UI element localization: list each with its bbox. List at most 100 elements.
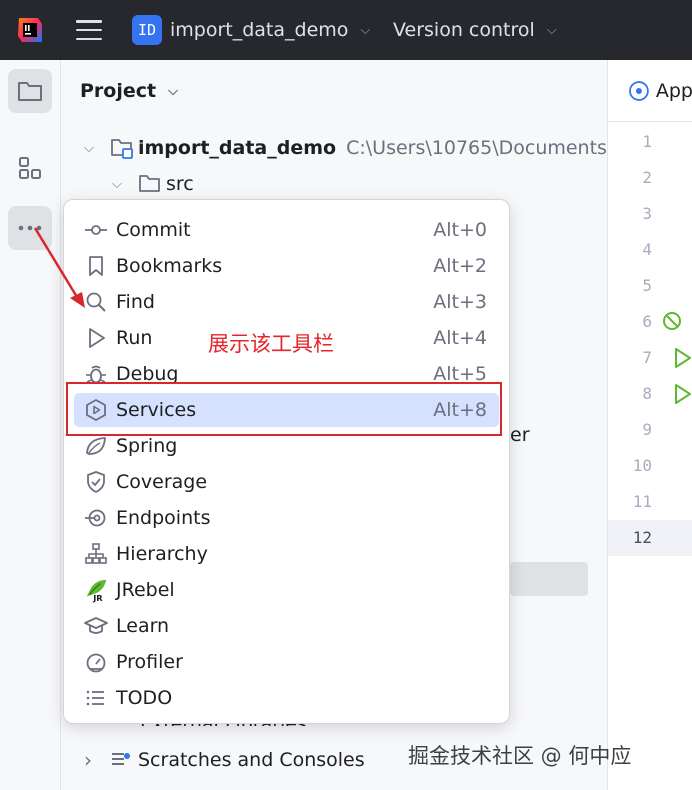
chevron-down-icon: ⌵ bbox=[168, 83, 178, 99]
scratches-label: Scratches and Consoles bbox=[138, 749, 365, 771]
menu-item-bookmarks[interactable]: Bookmarks Alt+2 bbox=[74, 249, 499, 283]
line-number: 11 bbox=[632, 492, 652, 511]
hamburger-line bbox=[76, 28, 102, 32]
line-number: 2 bbox=[642, 168, 652, 187]
menu-item-jrebel[interactable]: JR JRebel bbox=[74, 573, 499, 607]
hierarchy-icon bbox=[84, 542, 108, 566]
root-name: import_data_demo bbox=[138, 137, 337, 159]
menu-item-shortcut: Alt+3 bbox=[433, 291, 487, 313]
hamburger-line bbox=[76, 20, 102, 23]
annotation-text: 展示该工具栏 bbox=[208, 332, 334, 356]
menu-item-label: JRebel bbox=[116, 579, 175, 601]
menu-item-label: Bookmarks bbox=[116, 255, 223, 277]
menu-item-label: Spring bbox=[116, 435, 178, 457]
menu-item-commit[interactable]: Commit Alt+0 bbox=[74, 213, 499, 247]
module-folder-icon bbox=[111, 139, 133, 159]
tree-scratches[interactable]: › Scratches and Consoles bbox=[84, 746, 365, 774]
commit-icon bbox=[84, 218, 108, 242]
menu-item-label: Endpoints bbox=[116, 507, 211, 529]
tree-root[interactable]: ⌵ import_data_demo C:\Users\10765\Docume… bbox=[84, 134, 619, 162]
chevron-down-icon: ⌵ bbox=[360, 22, 371, 38]
bookmark-icon bbox=[84, 254, 108, 278]
line-number: 1 bbox=[642, 132, 652, 151]
menu-item-find[interactable]: Find Alt+3 bbox=[74, 285, 499, 319]
menu-item-label: Coverage bbox=[116, 471, 208, 493]
menu-item-shortcut: Alt+0 bbox=[433, 219, 487, 241]
tree-selected-row[interactable] bbox=[510, 562, 588, 596]
java-class-icon bbox=[629, 80, 649, 101]
chevron-down-icon: ⌵ bbox=[546, 22, 557, 38]
line-number: 6 bbox=[642, 312, 652, 331]
endpoints-icon bbox=[84, 506, 108, 530]
menu-item-endpoints[interactable]: Endpoints bbox=[74, 501, 499, 535]
tree-partial-text: er bbox=[510, 424, 530, 446]
version-control-menu[interactable]: Version control ⌵ bbox=[393, 14, 557, 46]
menu-item-profiler[interactable]: Profiler bbox=[74, 645, 499, 679]
spring-leaf-icon bbox=[84, 434, 108, 458]
search-icon bbox=[84, 290, 108, 314]
vcs-label: Version control bbox=[393, 19, 535, 41]
menu-item-label: Learn bbox=[116, 615, 170, 637]
jrebel-icon: JR bbox=[84, 578, 108, 603]
folder-icon bbox=[139, 175, 160, 192]
panel-title-label: Project bbox=[80, 80, 157, 102]
line-number: 7 bbox=[642, 348, 652, 367]
line-number: 5 bbox=[642, 276, 652, 295]
list-icon bbox=[84, 686, 108, 710]
line-number: 3 bbox=[642, 204, 652, 223]
panel-title[interactable]: Project ⌵ bbox=[80, 80, 178, 102]
menu-item-label: TODO bbox=[116, 687, 173, 709]
project-tool-button[interactable] bbox=[8, 69, 52, 113]
editor-tab[interactable]: App bbox=[608, 60, 692, 122]
menu-item-label: Profiler bbox=[116, 651, 183, 673]
editor-tab-label: App bbox=[655, 79, 692, 102]
menu-item-label: Find bbox=[116, 291, 155, 313]
editor-area: App 1 2 3 4 5 6 7 8 9 10 11 12 bbox=[607, 60, 692, 790]
folder-icon bbox=[18, 82, 42, 101]
svg-text:JR: JR bbox=[92, 593, 103, 603]
menu-item-shortcut: Alt+2 bbox=[433, 255, 487, 277]
menu-item-learn[interactable]: Learn bbox=[74, 609, 499, 643]
menu-item-label: Commit bbox=[116, 219, 191, 241]
more-tool-windows-button[interactable] bbox=[8, 206, 52, 250]
structure-tool-button[interactable] bbox=[8, 146, 52, 190]
tool-window-bar bbox=[0, 60, 61, 790]
line-number: 8 bbox=[642, 384, 652, 403]
line-number: 4 bbox=[642, 240, 652, 259]
hamburger-line bbox=[76, 37, 102, 40]
annotation-highlight-box bbox=[66, 382, 502, 436]
project-selector[interactable]: ID import_data_demo ⌵ bbox=[132, 14, 370, 46]
shield-icon bbox=[84, 470, 108, 494]
project-name: import_data_demo bbox=[170, 19, 349, 41]
line-number: 12 bbox=[632, 528, 652, 547]
run-gutter-icon[interactable] bbox=[673, 347, 692, 369]
graduation-cap-icon bbox=[84, 614, 108, 638]
more-horizontal-icon bbox=[18, 225, 42, 231]
menu-item-hierarchy[interactable]: Hierarchy bbox=[74, 537, 499, 571]
run-icon bbox=[84, 326, 108, 350]
watermark: 掘金技术社区 @ 何中应 bbox=[408, 744, 632, 768]
structure-icon bbox=[19, 157, 41, 179]
chevron-down-icon: ⌵ bbox=[112, 176, 122, 192]
scratches-icon bbox=[112, 753, 130, 765]
line-number: 10 bbox=[632, 456, 652, 475]
project-badge: ID bbox=[132, 15, 162, 45]
menu-item-coverage[interactable]: Coverage bbox=[74, 465, 499, 499]
main-menu-button[interactable] bbox=[76, 18, 102, 42]
menu-item-todo[interactable]: TODO bbox=[74, 681, 499, 715]
intellij-logo-icon[interactable] bbox=[16, 16, 44, 44]
src-label: src bbox=[166, 173, 194, 195]
run-gutter-icon[interactable] bbox=[673, 383, 692, 405]
spring-bean-icon[interactable] bbox=[661, 310, 683, 332]
menu-item-label: Hierarchy bbox=[116, 543, 208, 565]
chevron-right-icon: › bbox=[84, 748, 92, 772]
chevron-down-icon: ⌵ bbox=[84, 140, 94, 156]
title-bar: ID import_data_demo ⌵ Version control ⌵ bbox=[0, 0, 692, 60]
menu-item-shortcut: Alt+4 bbox=[433, 327, 487, 349]
tree-src[interactable]: ⌵ src bbox=[112, 170, 194, 198]
gauge-icon bbox=[84, 650, 108, 674]
menu-item-label: Run bbox=[116, 327, 153, 349]
root-path: C:\Users\10765\Documents\i bbox=[346, 137, 619, 159]
tool-windows-popup: Commit Alt+0 Bookmarks Alt+2 Find Alt+3 Run Alt… bbox=[63, 199, 510, 724]
line-number: 9 bbox=[642, 420, 652, 439]
